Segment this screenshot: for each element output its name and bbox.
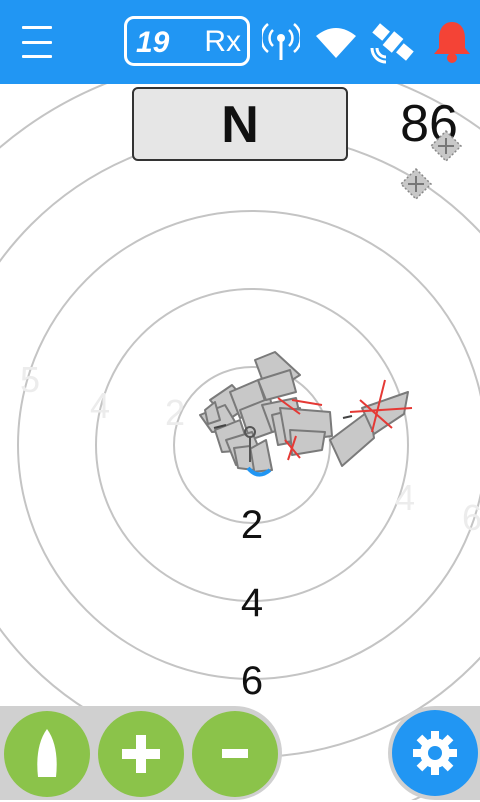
rx-count: 19 — [136, 26, 170, 59]
rx-label: Rx — [204, 25, 241, 58]
range-label-2: 2 — [240, 503, 264, 547]
zoom-out-button[interactable] — [192, 711, 278, 797]
svg-text:6: 6 — [462, 497, 480, 538]
svg-text:4: 4 — [395, 477, 415, 518]
menu-icon — [22, 26, 52, 29]
svg-text:5: 5 — [20, 359, 40, 400]
compass-indicator[interactable]: N — [132, 87, 348, 161]
menu-button[interactable] — [22, 26, 62, 58]
wifi-icon[interactable] — [314, 18, 358, 66]
rx-counter[interactable]: 19 Rx — [124, 16, 250, 66]
svg-text:2: 2 — [165, 392, 185, 433]
plus-icon — [122, 735, 160, 773]
range-label-6: 6 — [240, 659, 264, 703]
add-target-marker[interactable] — [429, 129, 463, 163]
compass-label: N — [221, 96, 259, 154]
svg-text:4: 4 — [90, 385, 110, 426]
range-label-4: 4 — [240, 581, 264, 625]
gear-icon — [413, 731, 457, 775]
add-target-marker[interactable] — [399, 167, 433, 201]
zoom-in-button[interactable] — [98, 711, 184, 797]
satellite-icon[interactable] — [368, 18, 418, 66]
minus-icon — [222, 749, 248, 758]
boat-icon — [37, 729, 57, 777]
alarm-bell-icon[interactable] — [430, 18, 474, 66]
antenna-icon[interactable] — [262, 18, 300, 66]
own-vessel-button[interactable] — [4, 711, 90, 797]
app-bar: 19 Rx — [0, 0, 480, 84]
settings-button[interactable] — [388, 706, 480, 800]
